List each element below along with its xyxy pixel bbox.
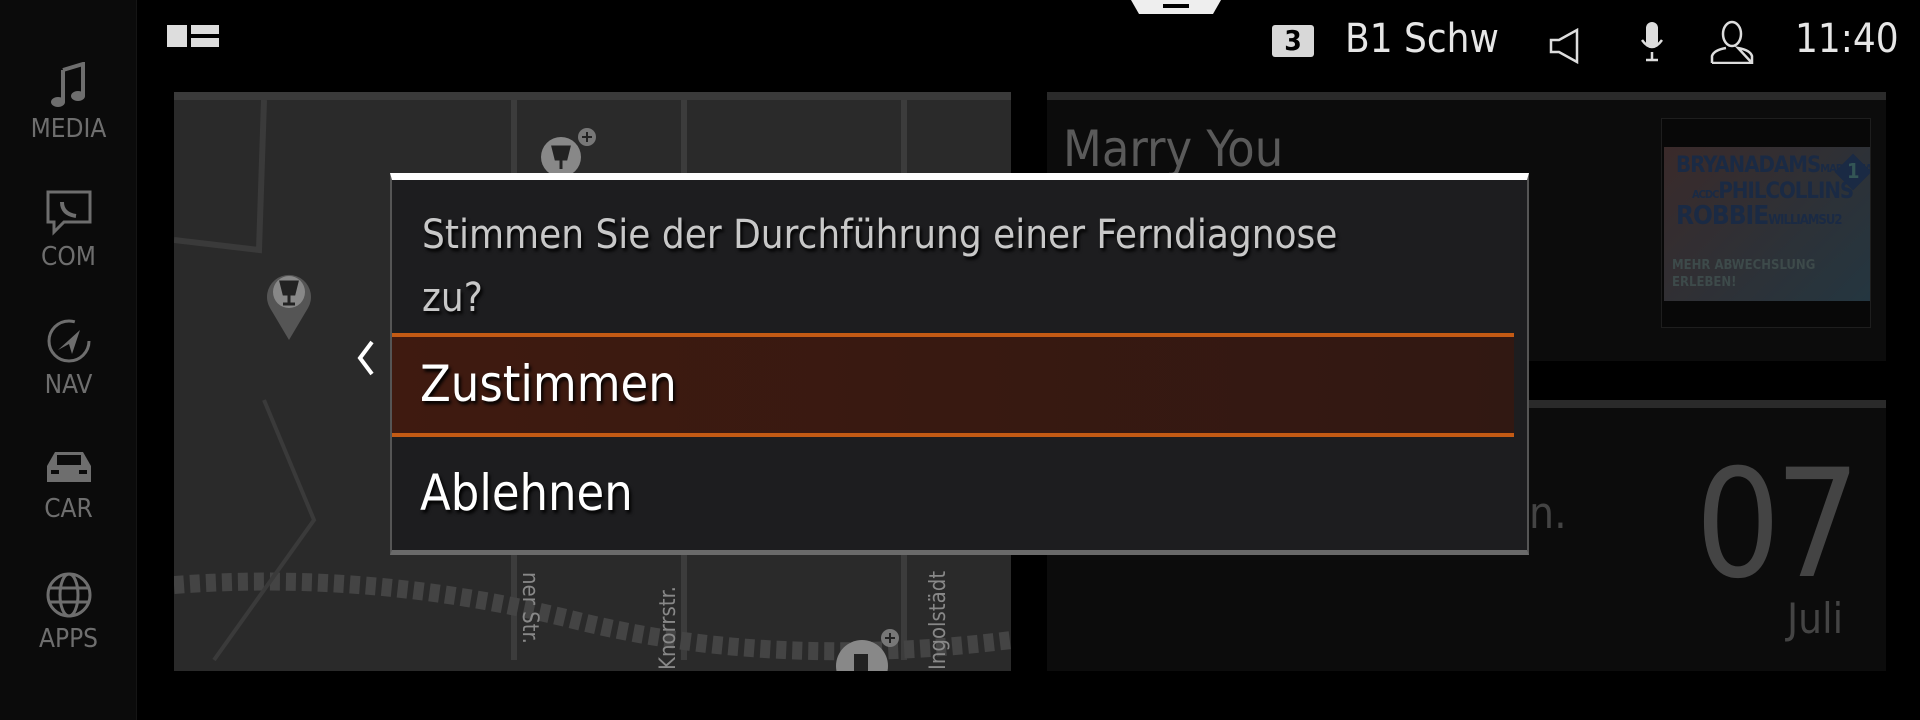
- album-text: ERLEBEN!: [1672, 275, 1737, 290]
- calendar-day: 07: [1695, 438, 1861, 612]
- sidebar-label: APPS: [38, 624, 99, 654]
- sidebar-item-car[interactable]: CAR: [0, 446, 137, 524]
- sidebar-label: NAV: [44, 370, 93, 400]
- album-text: MEHR ABWECHSLUNG: [1672, 258, 1816, 273]
- notch-handle[interactable]: [1131, 0, 1221, 14]
- dialog-question: Stimmen Sie der Durchführung einer Fernd…: [422, 212, 1338, 258]
- navigation-icon: [47, 319, 90, 363]
- sidebar-item-media[interactable]: MEDIA: [0, 62, 137, 144]
- music-note-icon: [50, 62, 85, 107]
- album-text: 1: [1847, 159, 1860, 183]
- sidebar-label: COM: [41, 242, 96, 272]
- phone-message-icon: [46, 190, 91, 236]
- album-art: BRYANADAMSMADONNA ACDCPHILCOLLINS ROBBIE…: [1661, 118, 1871, 328]
- split-view-icon[interactable]: [167, 25, 219, 47]
- sidebar-label: MEDIA: [30, 114, 107, 144]
- agree-label: Zustimmen: [420, 355, 677, 413]
- street-label: Knorrstr.: [656, 586, 681, 670]
- clock: 11:40: [1795, 16, 1899, 62]
- album-text: WILLIAMSU2: [1768, 213, 1842, 228]
- fuel-poi-icon[interactable]: [834, 628, 904, 671]
- sidebar-item-apps[interactable]: APPS: [0, 570, 137, 654]
- wine-poi-icon[interactable]: [266, 268, 312, 342]
- decline-button[interactable]: Ablehnen: [392, 442, 1527, 550]
- agree-button[interactable]: Zustimmen: [392, 333, 1514, 437]
- sidebar-item-com[interactable]: COM: [0, 188, 137, 272]
- car-icon: [46, 452, 91, 482]
- dialog-question-cont: zu?: [422, 275, 483, 321]
- sidebar: MEDIA COM NAV CAR APPS: [0, 0, 137, 720]
- track-title: Marry You: [1063, 120, 1284, 178]
- decline-label: Ablehnen: [420, 464, 633, 522]
- chevron-left-icon[interactable]: [356, 338, 376, 378]
- preset-badge: 3: [1272, 25, 1314, 57]
- album-text: BRYANADAMS: [1676, 153, 1821, 178]
- microphone-icon[interactable]: [1640, 22, 1664, 62]
- album-text: ROBBIE: [1676, 201, 1769, 231]
- remote-diagnosis-dialog: Stimmen Sie der Durchführung einer Fernd…: [390, 173, 1529, 555]
- calendar-partial-text: n.: [1529, 488, 1567, 539]
- calendar-month: Juli: [1787, 594, 1844, 643]
- sidebar-label: CAR: [44, 494, 93, 524]
- sidebar-item-nav[interactable]: NAV: [0, 316, 137, 400]
- user-icon[interactable]: [1710, 20, 1754, 64]
- street-label: Ingolstädt: [926, 570, 951, 670]
- station-name[interactable]: B1 Schw: [1345, 16, 1499, 62]
- album-text: ACDC: [1692, 188, 1719, 201]
- street-label: ner Str.: [517, 572, 542, 644]
- speaker-icon[interactable]: [1549, 28, 1579, 64]
- globe-icon: [46, 572, 91, 618]
